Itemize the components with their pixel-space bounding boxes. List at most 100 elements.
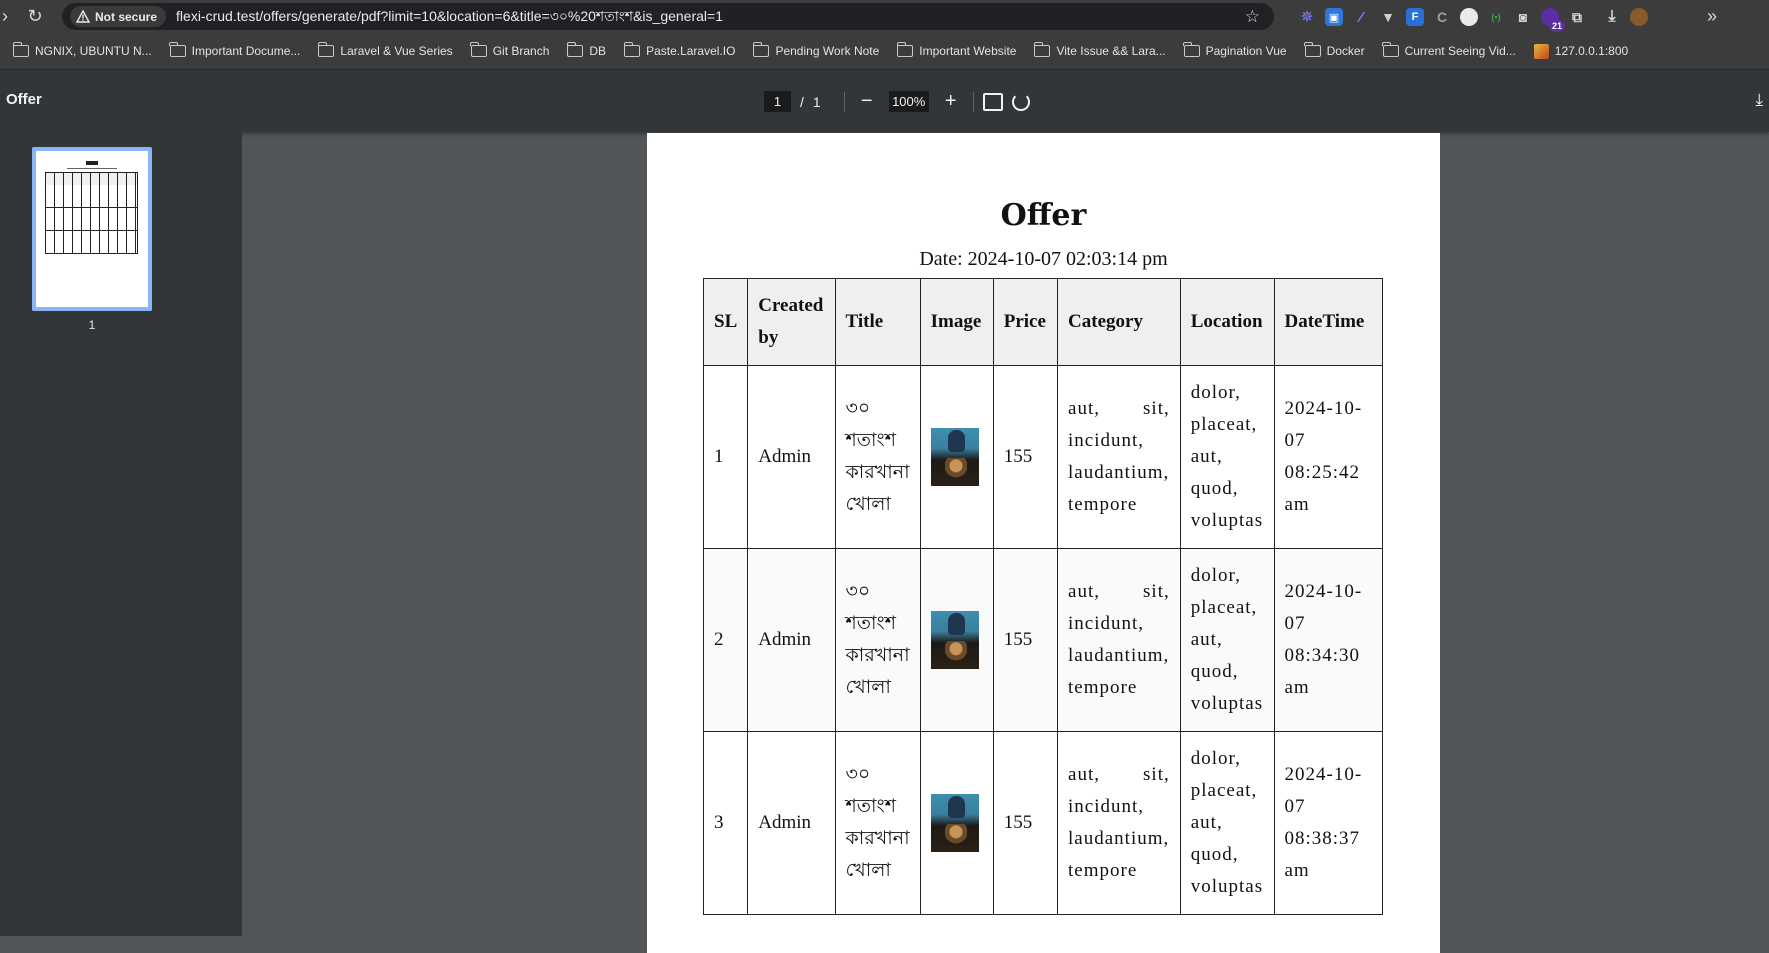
circle-extension-icon[interactable] [1460,8,1478,26]
bookmarks-bar: NGNIX, UBUNTU N... Important Docume... Lar… [0,33,1769,70]
folder-icon [1382,42,1399,57]
warning-icon [76,10,90,23]
camera-extension-icon[interactable]: ◙ [1514,8,1532,26]
page-date: Date: 2024-10-07 02:03:14 pm [647,248,1440,271]
page-title: Offer [1000,198,1087,233]
cell-category: aut, sit, incidunt, laudantium, tempore [1057,731,1181,915]
cell-title: ৩০ শতাংশ কারখানা খোলা [834,731,921,915]
folder-icon [317,42,335,57]
bookmark-item[interactable]: Important Website [888,38,1025,64]
column-header: Location [1179,278,1275,366]
bookmark-label: DB [589,44,607,58]
bookmark-item[interactable]: Important Docume... [161,38,310,64]
total-pages: 1 [812,93,821,110]
address-bar[interactable]: Not secure flexi-crud.test/offers/genera… [62,3,1274,30]
cell-datetime: 2024-10-07 08:34:30 am [1273,548,1383,732]
bookmark-item[interactable]: Paste.Laravel.IO [615,38,744,64]
toolbar-divider [972,91,974,112]
fit-page-icon[interactable] [982,92,1003,111]
extension-badge: 21 [1548,20,1565,32]
thumbnail-sidebar: 1 [0,132,242,936]
bookmark-item[interactable]: Git Branch [462,38,559,64]
bookmark-item[interactable]: Vite Issue && Lara... [1025,38,1174,64]
thumbnail-table [45,172,138,254]
bookmark-label: Pending Work Note [775,44,880,58]
date-label: Date: [919,248,963,270]
f-extension-icon[interactable]: F [1406,8,1424,26]
security-chip[interactable]: Not secure [70,6,167,27]
cell-location: dolor, placeat, aut, quod, voluptas [1179,365,1275,549]
column-header: Category [1057,278,1181,366]
column-header: SL [702,278,749,366]
cell-title: ৩০ শতাংশ কারখানা খোলা [834,548,921,732]
zoom-out-button[interactable]: − [854,91,880,112]
table-row: 2 Admin ৩০ শতাংশ কারখানা খোলা 155 aut, sit, … [702,548,1383,732]
bookmark-star-icon[interactable]: ☆ [1245,7,1260,27]
folder-icon [169,42,186,57]
bookmark-item[interactable]: 127.0.0.1:800 [1525,38,1637,64]
cell-sl: 2 [702,548,749,732]
thumbnail-title [86,161,98,165]
vue-extension-icon[interactable]: ▼ [1379,8,1397,26]
bookmark-item[interactable]: DB [558,38,615,64]
cell-location: dolor, placeat, aut, quod, voluptas [1179,548,1275,732]
reload-icon[interactable]: ↻ [22,3,48,29]
cell-image [919,365,994,549]
cell-datetime: 2024-10-07 08:25:42 am [1273,365,1383,549]
offers-table: SL Created by Title Image Price Category Locat… [702,278,1383,915]
bookmark-item[interactable]: Pending Work Note [744,38,888,64]
folder-icon [623,42,641,57]
bookmarks-overflow-icon[interactable]: » [1707,6,1717,27]
cell-sl: 3 [702,731,749,915]
column-header: Created by [747,278,836,366]
bookmark-item[interactable]: Docker [1296,38,1374,64]
pdf-page: Offer Date: 2024-10-07 02:03:14 pm SL Crea… [647,133,1440,953]
cell-datetime: 2024-10-07 08:38:37 am [1273,731,1383,915]
calendar-extension-icon[interactable]: ▣ [1325,8,1343,26]
profile-extension-icon[interactable]: 21 [1541,8,1565,32]
column-header: Price [992,278,1059,366]
site-icon [1533,43,1549,59]
rotate-icon[interactable] [1011,92,1030,111]
zoom-input[interactable]: 100% [888,91,929,112]
code-extension-icon[interactable]: (•) [1487,8,1505,26]
cell-price: 155 [992,365,1059,549]
table-row: 1 Admin ৩০ শতাংশ কারখানা খোলা 155 aut, sit, … [702,365,1383,549]
pen-extension-icon[interactable]: ⁄ [1352,8,1370,26]
puzzle-icon[interactable]: ⧉ [1568,8,1586,26]
bookmark-label: Current Seeing Vid... [1404,44,1516,58]
bookmark-label: Important Website [919,44,1017,58]
bookmark-label: Important Docume... [191,44,301,58]
column-header: Image [919,278,994,366]
cell-created-by: Admin [747,548,836,732]
forward-icon[interactable]: › [0,3,18,29]
cell-image [919,731,994,915]
cell-image [919,548,994,732]
c-extension-icon[interactable]: C [1433,8,1451,26]
download-tray-icon[interactable]: ⤓ [1603,8,1621,26]
url-text[interactable]: flexi-crud.test/offers/generate/pdf?limi… [176,5,723,29]
bookmark-item[interactable]: Pagination Vue [1175,38,1296,64]
bookmark-item[interactable]: NGNIX, UBUNTU N... [4,38,161,64]
offer-image [930,611,979,669]
folder-icon [1033,42,1051,57]
pager: 1 / 1 − 100% + [764,91,1030,112]
page-number-input[interactable]: 1 [764,91,791,112]
bookmark-item[interactable]: Laravel & Vue Series [309,38,461,64]
table-body: 1 Admin ৩০ শতাংশ কারখানা খোলা 155 aut, sit, … [702,365,1383,915]
bookmark-label: NGNIX, UBUNTU N... [35,44,152,58]
cell-price: 155 [992,548,1059,732]
folder-icon [566,42,584,57]
bookmark-label: Pagination Vue [1205,44,1287,58]
avatar[interactable] [1630,8,1648,26]
zoom-in-button[interactable]: + [938,91,964,112]
folder-icon [1304,42,1321,57]
bookmark-label: Vite Issue && Lara... [1056,44,1166,58]
page-thumbnail[interactable] [32,147,152,311]
cell-sl: 1 [702,365,749,549]
bookmark-label: 127.0.0.1:800 [1554,44,1629,58]
bookmark-item[interactable]: Current Seeing Vid... [1374,38,1525,64]
gear-extension-icon[interactable]: ✵ [1298,8,1316,26]
download-icon[interactable]: ⤓ [1755,90,1763,110]
bookmark-label: Paste.Laravel.IO [646,44,736,58]
